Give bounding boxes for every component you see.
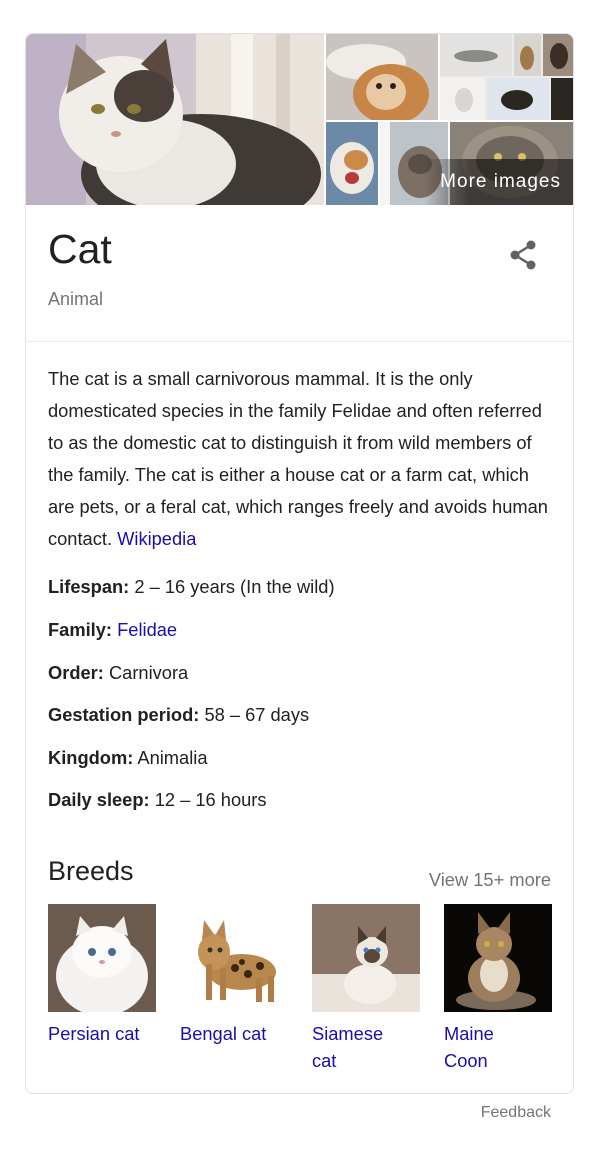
fact-value: Animalia <box>137 747 208 768</box>
breed-name[interactable]: Siamese cat <box>312 1020 420 1074</box>
fact-order: Order: Carnivora <box>48 662 188 684</box>
wikipedia-link[interactable]: Wikipedia <box>117 528 196 549</box>
breed-image[interactable] <box>444 904 552 1012</box>
fact-value-link[interactable]: Felidae <box>117 619 177 640</box>
fact-label: Lifespan: <box>48 576 130 597</box>
share-icon[interactable] <box>508 239 538 271</box>
divider <box>26 341 573 342</box>
fact-value: 12 – 16 hours <box>154 789 267 810</box>
fact-value: 58 – 67 days <box>204 704 310 725</box>
breed-name[interactable]: Persian cat <box>48 1020 156 1047</box>
breed-name-line1[interactable]: Persian cat <box>48 1020 156 1047</box>
fact-lifespan: Lifespan: 2 – 16 years (In the wild) <box>48 576 335 598</box>
entity-subtitle: Animal <box>48 289 104 309</box>
breed-card-siamese[interactable]: Siamese cat <box>312 904 420 1074</box>
fact-value: 2 – 16 years (In the wild) <box>134 576 335 597</box>
description-text: The cat is a small carnivorous mammal. I… <box>48 368 548 549</box>
breed-card-persian[interactable]: Persian cat <box>48 904 156 1047</box>
image-mosaic: More images <box>26 34 573 205</box>
feedback-link[interactable]: Feedback <box>481 1104 551 1122</box>
breeds-heading: Breeds <box>48 856 134 886</box>
fact-family: Family: Felidae <box>48 619 177 641</box>
fact-value: Carnivora <box>108 662 189 683</box>
fact-gestation: Gestation period: 58 – 67 days <box>48 704 309 726</box>
breed-name[interactable]: Maine Coon <box>444 1020 552 1074</box>
fact-label: Order: <box>48 662 104 683</box>
entity-title: Cat <box>48 226 112 272</box>
breed-image[interactable] <box>180 904 288 1012</box>
main-cat-image[interactable] <box>26 34 324 205</box>
breed-name-line2[interactable]: cat <box>312 1047 420 1074</box>
fact-label: Family: <box>48 619 113 640</box>
more-images-button[interactable]: More images <box>424 159 573 205</box>
cat-thumb-3[interactable] <box>326 122 378 205</box>
breed-name-line1[interactable]: Bengal cat <box>180 1020 288 1047</box>
entity-description: The cat is a small carnivorous mammal. I… <box>48 363 553 555</box>
fact-label: Daily sleep: <box>48 789 150 810</box>
breed-name[interactable]: Bengal cat <box>180 1020 288 1047</box>
breed-name-line2[interactable]: Coon <box>444 1047 552 1074</box>
breed-name-line1[interactable]: Maine <box>444 1020 552 1047</box>
fact-label: Kingdom: <box>48 747 134 768</box>
breed-card-bengal[interactable]: Bengal cat <box>180 904 288 1047</box>
breed-image[interactable] <box>48 904 156 1012</box>
fact-daily-sleep: Daily sleep: 12 – 16 hours <box>48 789 267 811</box>
breed-name-line1[interactable]: Siamese <box>312 1020 420 1047</box>
fact-kingdom: Kingdom: Animalia <box>48 747 207 769</box>
cat-thumb-2[interactable] <box>440 34 573 120</box>
knowledge-panel: More images Cat Animal The cat is a smal… <box>25 33 574 1094</box>
cat-thumb-1[interactable] <box>326 34 438 120</box>
view-more-breeds-link[interactable]: View 15+ more <box>429 869 551 891</box>
breed-card-maine-coon[interactable]: Maine Coon <box>444 904 552 1074</box>
fact-label: Gestation period: <box>48 704 200 725</box>
breed-image[interactable] <box>312 904 420 1012</box>
